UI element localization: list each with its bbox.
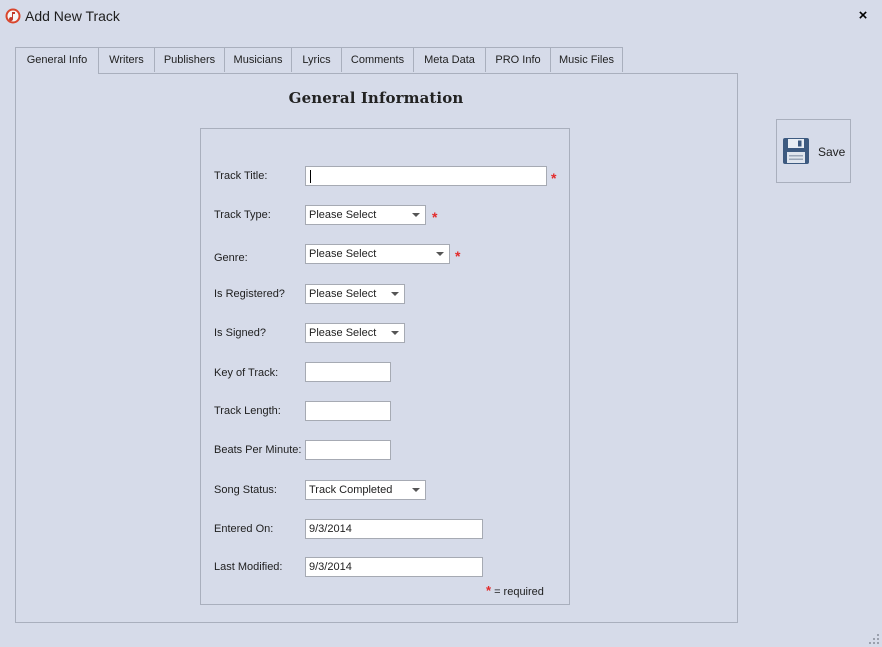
track-title-input[interactable] <box>305 166 547 186</box>
track-type-value: Please Select <box>309 209 377 221</box>
tab-music-files[interactable]: Music Files <box>550 47 623 72</box>
section-title: General Information <box>288 89 464 107</box>
tab-label: PRO Info <box>495 54 541 66</box>
tab-label: Musicians <box>233 54 283 66</box>
last-modified-label: Last Modified: <box>214 561 283 573</box>
track-title-label: Track Title: <box>214 170 268 182</box>
tab-meta-data[interactable]: Meta Data <box>413 47 486 72</box>
beats-per-minute-input[interactable] <box>305 440 391 460</box>
tab-label: Comments <box>350 54 405 66</box>
tab-general-info[interactable]: General Info <box>15 47 99 74</box>
tab-label: Music Files <box>558 54 614 66</box>
floppy-disk-icon <box>783 138 809 164</box>
tab-lyrics[interactable]: Lyrics <box>291 47 342 72</box>
tab-label: Meta Data <box>424 54 475 66</box>
tab-comments[interactable]: Comments <box>341 47 414 72</box>
song-status-label: Song Status: <box>214 484 277 496</box>
entered-on-value: 9/3/2014 <box>309 523 352 535</box>
last-modified-value: 9/3/2014 <box>309 561 352 573</box>
is-signed-label: Is Signed? <box>214 327 266 339</box>
required-star: * <box>551 170 557 186</box>
tab-publishers[interactable]: Publishers <box>154 47 225 72</box>
required-note: * = required <box>486 583 544 598</box>
key-of-track-label: Key of Track: <box>214 367 279 379</box>
tab-pro-info[interactable]: PRO Info <box>485 47 551 72</box>
is-registered-select[interactable]: Please Select <box>305 284 405 304</box>
track-length-label: Track Length: <box>214 405 281 417</box>
tab-label: Publishers <box>163 54 216 66</box>
save-label: Save <box>818 145 846 159</box>
genre-value: Please Select <box>309 248 377 260</box>
required-star: * <box>432 209 438 225</box>
entered-on-label: Entered On: <box>214 523 274 535</box>
text-cursor <box>310 170 311 183</box>
required-note-text: = required <box>494 586 544 598</box>
tab-label: General Info <box>26 54 88 66</box>
tab-musicians[interactable]: Musicians <box>224 47 292 72</box>
beats-per-minute-label: Beats Per Minute: <box>214 444 302 456</box>
is-registered-value: Please Select <box>309 288 377 300</box>
chevron-down-icon <box>412 213 420 217</box>
chevron-down-icon <box>391 331 399 335</box>
required-star: * <box>455 248 461 264</box>
required-star: * <box>486 583 492 598</box>
song-status-value: Track Completed <box>309 484 393 496</box>
save-button[interactable]: Save <box>776 119 851 183</box>
tab-label: Writers <box>109 54 144 66</box>
track-length-input[interactable] <box>305 401 391 421</box>
tab-writers[interactable]: Writers <box>98 47 155 72</box>
is-registered-label: Is Registered? <box>214 288 285 300</box>
chevron-down-icon <box>436 252 444 256</box>
resize-grip-icon[interactable] <box>868 633 880 645</box>
tab-label: Lyrics <box>302 54 331 66</box>
app-music-icon <box>5 8 21 24</box>
chevron-down-icon <box>391 292 399 296</box>
entered-on-input[interactable]: 9/3/2014 <box>305 519 483 539</box>
close-button[interactable]: × <box>853 6 873 26</box>
song-status-select[interactable]: Track Completed <box>305 480 426 500</box>
track-type-label: Track Type: <box>214 209 271 221</box>
last-modified-input[interactable]: 9/3/2014 <box>305 557 483 577</box>
is-signed-value: Please Select <box>309 327 377 339</box>
window-title: Add New Track <box>25 8 120 24</box>
genre-label: Genre: <box>214 252 248 264</box>
track-type-select[interactable]: Please Select <box>305 205 426 225</box>
is-signed-select[interactable]: Please Select <box>305 323 405 343</box>
key-of-track-input[interactable] <box>305 362 391 382</box>
genre-select[interactable]: Please Select <box>305 244 450 264</box>
chevron-down-icon <box>412 488 420 492</box>
